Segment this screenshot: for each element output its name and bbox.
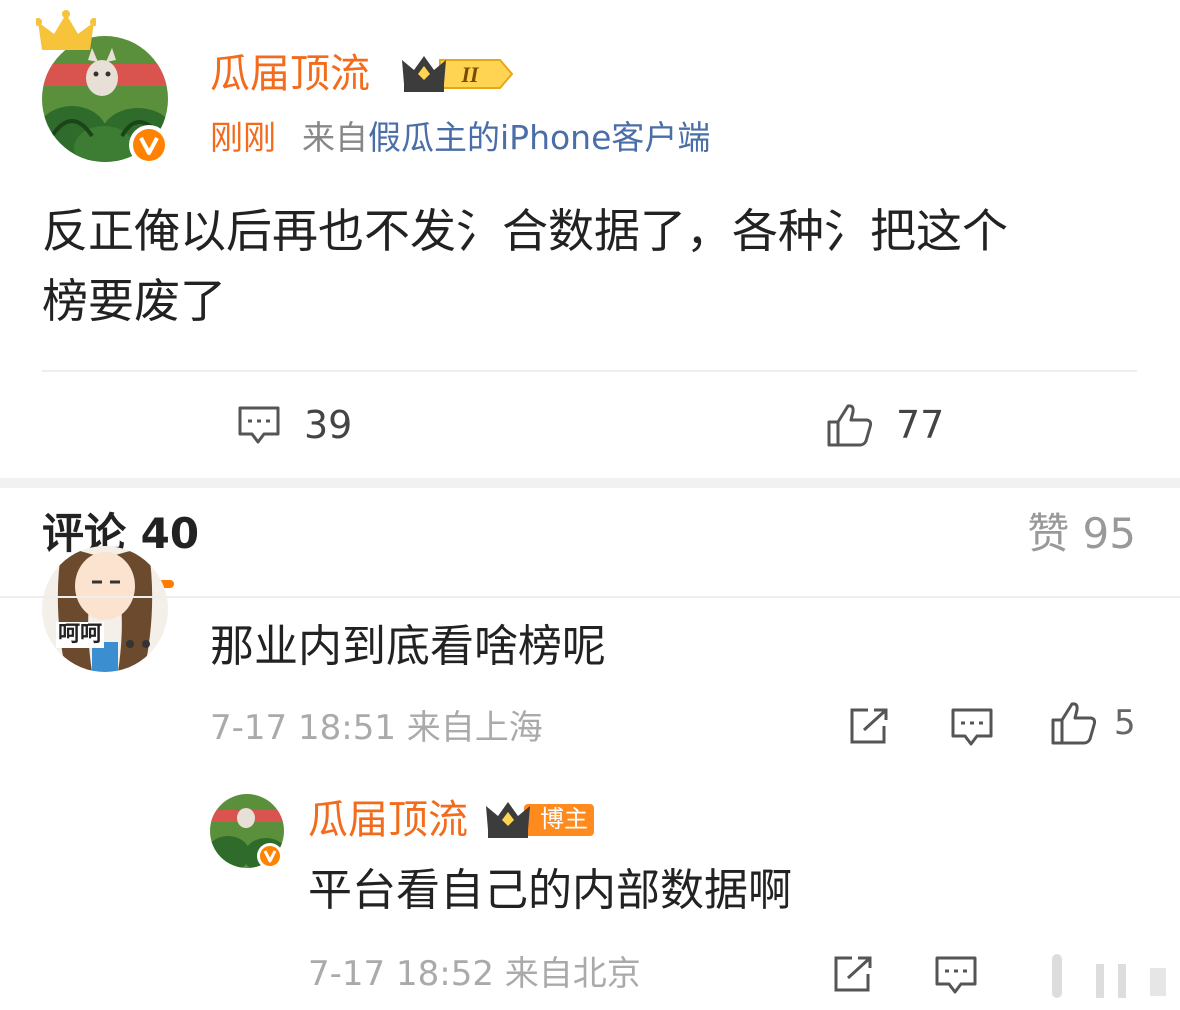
share-icon <box>832 954 876 994</box>
commenter-avatar[interactable]: 呵呵 <box>42 546 168 672</box>
reply-button[interactable] <box>950 706 994 752</box>
section-separator <box>0 478 1180 488</box>
post-time: 刚刚 <box>210 118 276 157</box>
post-body-line: 榜要废了 <box>42 274 226 328</box>
divider <box>0 596 1180 598</box>
like-count: 77 <box>896 403 945 447</box>
share-icon <box>848 706 892 746</box>
comment-meta: 7-17 18:51 来自上海 <box>210 708 543 748</box>
member-level-badge[interactable]: II <box>400 52 516 96</box>
thumbs-up-icon <box>826 402 874 448</box>
comment-like-count: 5 <box>1114 703 1136 743</box>
like-button[interactable]: 77 <box>826 400 944 450</box>
verified-v-icon <box>256 842 284 870</box>
watermark-overlay <box>1000 950 1176 1002</box>
comment-icon <box>950 706 994 748</box>
comment-text: 那业内到底看啥榜呢 <box>210 621 606 672</box>
share-button[interactable] <box>832 954 876 998</box>
comment-button[interactable]: 39 <box>236 400 352 450</box>
post-body-line: 反正俺以后再也不发氵合数据了，各种氵把这个 <box>42 204 1008 258</box>
reply-meta: 7-17 18:52 来自北京 <box>308 954 641 994</box>
comment-count: 39 <box>304 403 353 447</box>
thumbs-up-icon <box>1050 700 1098 746</box>
comment-icon <box>236 404 282 446</box>
post-body: 反正俺以后再也不发氵合数据了，各种氵把这个 榜要废了 <box>42 196 1142 336</box>
crown-icon <box>36 10 96 58</box>
verified-v-icon <box>128 124 170 166</box>
blogger-badge-label: 博主 <box>540 805 588 833</box>
reply-button[interactable] <box>934 954 978 1000</box>
tab-likes[interactable]: 赞 95 <box>1027 506 1136 562</box>
comment-like-button[interactable]: 5 <box>1050 700 1136 746</box>
post-source-device-link[interactable]: 假瓜主的iPhone客户端 <box>368 118 710 157</box>
reply-text: 平台看自己的内部数据啊 <box>308 865 792 916</box>
comment-icon <box>934 954 978 996</box>
post-source-prefix: 来自 <box>302 118 368 157</box>
avatar-caption: 呵呵 <box>56 622 105 648</box>
post-author-name[interactable]: 瓜届顶流 <box>210 48 370 100</box>
reply-author-name[interactable]: 瓜届顶流 <box>308 794 468 846</box>
share-button[interactable] <box>848 706 892 750</box>
post-source: 来自假瓜主的iPhone客户端 <box>302 116 710 160</box>
divider <box>42 370 1137 372</box>
svg-text:II: II <box>460 62 480 87</box>
